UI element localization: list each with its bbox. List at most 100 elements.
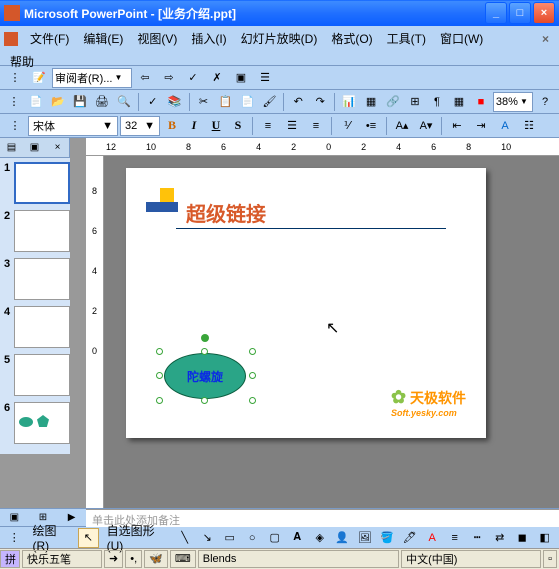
menu-view[interactable]: 视图(V) (131, 28, 183, 49)
bold-button[interactable]: B (162, 116, 182, 136)
chart-button[interactable]: 📊 (339, 92, 359, 112)
color-button[interactable]: ■ (471, 92, 491, 112)
grip-icon[interactable]: ⋮ (4, 528, 25, 548)
grip-icon[interactable]: ⋮ (4, 116, 26, 136)
resize-handle-e[interactable] (249, 372, 256, 379)
outline-tab[interactable]: ▤ (3, 140, 21, 156)
cut-button[interactable]: ✂ (194, 92, 214, 112)
resize-handle-nw[interactable] (156, 348, 163, 355)
arrow-button[interactable]: ↘ (197, 528, 218, 548)
thumbnail-6[interactable] (14, 402, 70, 444)
picture-button[interactable]: 🖼 (354, 528, 375, 548)
arrow-style-button[interactable]: ⇄ (489, 528, 510, 548)
grid-button[interactable]: ▦ (449, 92, 469, 112)
doc-close-button[interactable]: × (536, 30, 555, 48)
fontsize-dropdown[interactable]: 32 ▼ (120, 116, 160, 136)
3d-style-button[interactable]: ◧ (534, 528, 555, 548)
decrease-indent-button[interactable]: ⇤ (446, 116, 468, 136)
copy-button[interactable]: 📋 (216, 92, 236, 112)
save-button[interactable]: 💾 (70, 92, 90, 112)
rotation-handle[interactable] (201, 334, 209, 342)
ime-mode-icon[interactable]: ➜ (104, 550, 123, 568)
resize-handle-w[interactable] (156, 372, 163, 379)
menu-edit[interactable]: 编辑(E) (77, 28, 129, 49)
menu-tools[interactable]: 工具(T) (381, 28, 432, 49)
clipart-button[interactable]: 👤 (332, 528, 353, 548)
oval-button[interactable]: ○ (242, 528, 263, 548)
open-button[interactable]: 📂 (48, 92, 68, 112)
wordart-button[interactable]: 𝐀 (287, 528, 308, 548)
thumbnail-4[interactable] (14, 306, 70, 348)
pane-button[interactable]: ☰ (254, 68, 276, 88)
preview-button[interactable]: 🔍 (114, 92, 134, 112)
select-button[interactable]: ↖ (78, 528, 99, 548)
shadow-button[interactable]: S (228, 116, 248, 136)
align-left-button[interactable]: ≡ (257, 116, 279, 136)
resize-handle-ne[interactable] (249, 348, 256, 355)
resize-handle-n[interactable] (201, 348, 208, 355)
print-button[interactable]: 🖨 (92, 92, 112, 112)
font-dropdown[interactable]: 宋体 ▼ (28, 116, 118, 136)
status-extra-icon[interactable]: ▫ (543, 550, 557, 568)
italic-button[interactable]: I (184, 116, 204, 136)
ime-punct-icon[interactable]: •, (125, 550, 142, 568)
line-style-button[interactable]: ≡ (444, 528, 465, 548)
reject-button[interactable]: ✗ (206, 68, 228, 88)
next-change-button[interactable]: ⇨ (158, 68, 180, 88)
slide-edit-area[interactable]: 121086420246810 86420 超级链接 陀螺旋 ↖ (86, 138, 559, 508)
font-color-button[interactable]: A (494, 116, 516, 136)
increase-indent-button[interactable]: ⇥ (470, 116, 492, 136)
line-button[interactable]: ╲ (174, 528, 195, 548)
diagram-button[interactable]: ◈ (309, 528, 330, 548)
thumbnail-5[interactable] (14, 354, 70, 396)
thumbnail-3[interactable] (14, 258, 70, 300)
menu-slideshow[interactable]: 幻灯片放映(D) (235, 28, 324, 49)
ime-status[interactable]: 快乐五笔 (22, 550, 102, 568)
design-button[interactable]: ☷ (518, 116, 540, 136)
menu-file[interactable]: 文件(F) (24, 28, 75, 49)
fill-color-button[interactable]: 🪣 (377, 528, 398, 548)
help-button[interactable]: ? (535, 92, 555, 112)
resize-handle-s[interactable] (201, 397, 208, 404)
ime-keyboard-icon[interactable]: ⌨ (170, 550, 196, 568)
close-pane-button[interactable]: × (49, 140, 67, 156)
prev-change-button[interactable]: ⇦ (134, 68, 156, 88)
menu-window[interactable]: 窗口(W) (434, 28, 489, 49)
zoom-dropdown[interactable]: 38% ▼ (493, 92, 533, 112)
minimize-button[interactable]: _ (485, 2, 507, 24)
resize-handle-sw[interactable] (156, 397, 163, 404)
dash-style-button[interactable]: ┅ (467, 528, 488, 548)
review-icon[interactable]: 📝 (28, 68, 50, 88)
spell-button[interactable]: ✓ (143, 92, 163, 112)
paste-button[interactable]: 📄 (237, 92, 257, 112)
thumbnail-panel[interactable]: 1 2 3 4 5 6 (0, 158, 70, 454)
numbering-button[interactable]: ⅟ (336, 116, 358, 136)
oval-shape[interactable]: 陀螺旋 (164, 353, 246, 399)
bullets-button[interactable]: •≡ (360, 116, 382, 136)
shadow-style-button[interactable]: ◼ (512, 528, 533, 548)
thumbnail-1[interactable] (14, 162, 70, 204)
redo-button[interactable]: ↷ (310, 92, 330, 112)
thumbnail-2[interactable] (14, 210, 70, 252)
menu-format[interactable]: 格式(O) (325, 28, 378, 49)
end-review-button[interactable]: ▣ (230, 68, 252, 88)
resize-handle-se[interactable] (249, 397, 256, 404)
line-color-button[interactable]: 🖊 (399, 528, 420, 548)
reviewer-dropdown[interactable]: 审阅者(R)... ▼ (52, 68, 132, 88)
textbox-button[interactable]: ▢ (264, 528, 285, 548)
decrease-font-button[interactable]: A▾ (415, 116, 437, 136)
menu-insert[interactable]: 插入(I) (185, 28, 232, 49)
normal-view-button[interactable]: ▣ (5, 510, 23, 526)
rectangle-button[interactable]: ▭ (219, 528, 240, 548)
align-center-button[interactable]: ☰ (281, 116, 303, 136)
research-button[interactable]: 📚 (165, 92, 185, 112)
show-format-button[interactable]: ¶ (427, 92, 447, 112)
increase-font-button[interactable]: A▴ (391, 116, 413, 136)
table-button[interactable]: ▦ (361, 92, 381, 112)
slide-title[interactable]: 超级链接 (186, 198, 266, 227)
align-right-button[interactable]: ≡ (305, 116, 327, 136)
underline-button[interactable]: U (206, 116, 226, 136)
expand-button[interactable]: ⊞ (405, 92, 425, 112)
grip-icon[interactable]: ⋮ (4, 68, 26, 88)
hyperlink-button[interactable]: 🔗 (383, 92, 403, 112)
